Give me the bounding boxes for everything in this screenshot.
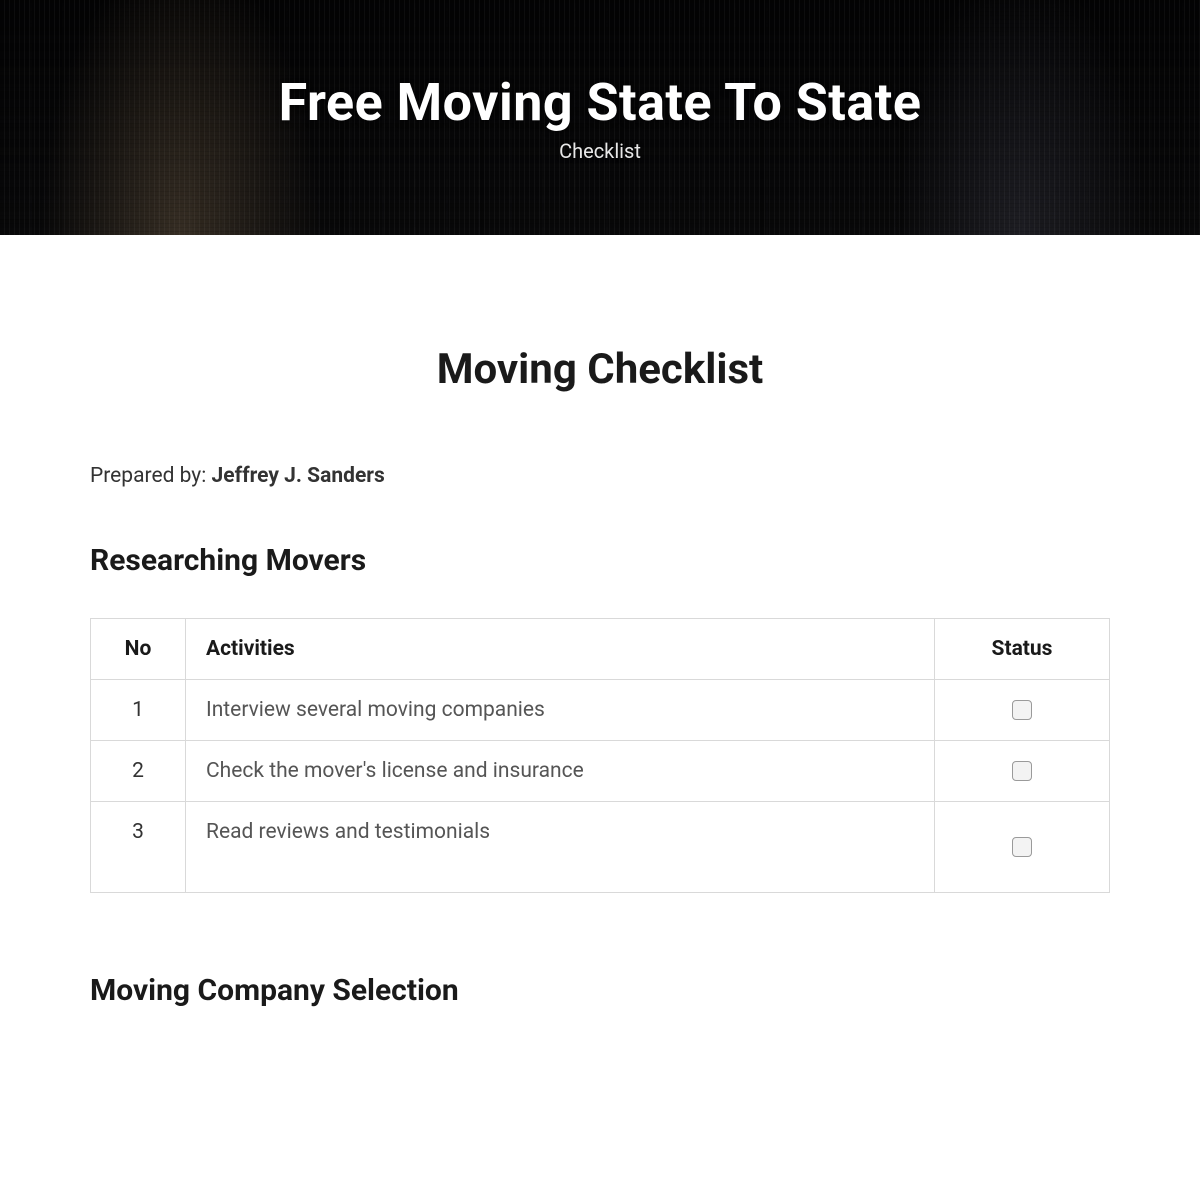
table-header-row: No Activities Status (91, 619, 1110, 680)
status-checkbox[interactable] (1012, 837, 1032, 857)
cell-status (935, 741, 1110, 802)
status-checkbox[interactable] (1012, 700, 1032, 720)
prepared-by-name: Jeffrey J. Sanders (212, 464, 385, 488)
section-heading-researching-movers: Researching Movers (90, 543, 1110, 578)
cell-no: 1 (91, 680, 186, 741)
document-content: Moving Checklist Prepared by: Jeffrey J.… (0, 235, 1200, 1008)
cell-no: 2 (91, 741, 186, 802)
prepared-by-label: Prepared by: (90, 464, 212, 488)
cell-no: 3 (91, 802, 186, 893)
hero-banner: Free Moving State To State Checklist (0, 0, 1200, 235)
hero-subtitle: Checklist (559, 139, 641, 163)
document-title: Moving Checklist (90, 345, 1110, 394)
prepared-by: Prepared by: Jeffrey J. Sanders (90, 464, 1110, 488)
cell-status (935, 802, 1110, 893)
column-header-activities: Activities (186, 619, 935, 680)
table-row: 1 Interview several moving companies (91, 680, 1110, 741)
cell-activity: Check the mover's license and insurance (186, 741, 935, 802)
column-header-no: No (91, 619, 186, 680)
cell-activity: Interview several moving companies (186, 680, 935, 741)
status-checkbox[interactable] (1012, 761, 1032, 781)
section-heading-moving-company-selection: Moving Company Selection (90, 973, 1110, 1008)
column-header-status: Status (935, 619, 1110, 680)
table-row: 3 Read reviews and testimonials (91, 802, 1110, 893)
table-row: 2 Check the mover's license and insuranc… (91, 741, 1110, 802)
cell-activity: Read reviews and testimonials (186, 802, 935, 893)
cell-status (935, 680, 1110, 741)
hero-title: Free Moving State To State (279, 72, 922, 133)
checklist-table: No Activities Status 1 Interview several… (90, 618, 1110, 893)
